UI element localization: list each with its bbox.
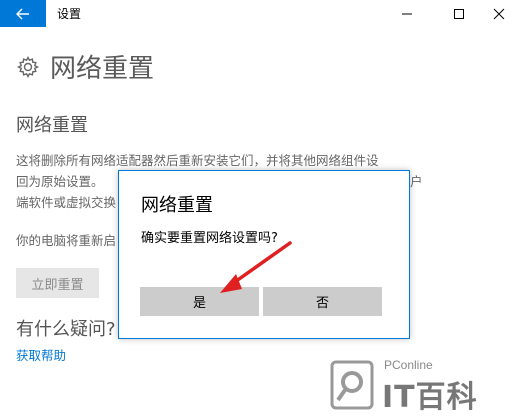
no-button[interactable]: 否 (263, 287, 382, 316)
help-heading: 有什么疑问? (16, 319, 116, 340)
maximize-icon (454, 8, 464, 19)
confirm-dialog: 网络重置 确实要重置网络设置吗? 是 否 (118, 170, 410, 339)
section-title: 网络重置 (16, 115, 88, 136)
description-line-2: 回为原始设置。 (16, 174, 104, 189)
page-title: 网络重置 (50, 54, 155, 84)
restart-note: 你的电脑将重新启 (16, 233, 117, 248)
reset-now-button[interactable]: 立即重置 (16, 268, 99, 298)
back-arrow-icon (16, 8, 29, 19)
get-help-link[interactable]: 获取帮助 (16, 345, 66, 364)
pconline-logo-icon (330, 360, 374, 410)
gear-icon (16, 55, 40, 78)
dialog-message: 确实要重置网络设置吗? (141, 231, 278, 246)
minimize-icon (402, 13, 412, 14)
close-button[interactable] (476, 0, 522, 27)
watermark: PConline IT百科 (330, 358, 515, 415)
close-icon (493, 8, 505, 19)
minimize-button[interactable] (384, 0, 430, 27)
window-title: 设置 (57, 7, 82, 21)
page-header: 网络重置 (16, 48, 154, 85)
yes-button[interactable]: 是 (140, 287, 259, 316)
watermark-small-text: PConline (384, 358, 433, 372)
dialog-title: 网络重置 (141, 195, 213, 216)
title-bar: 设置 (0, 0, 522, 27)
description-line-2-tail: 户 (410, 174, 423, 189)
description-line-1: 这将删除所有网络适配器然后重新安装它们，并将其他网络组件设 (16, 153, 379, 168)
watermark-big-text: IT百科 (382, 380, 478, 415)
back-button[interactable] (0, 0, 46, 27)
